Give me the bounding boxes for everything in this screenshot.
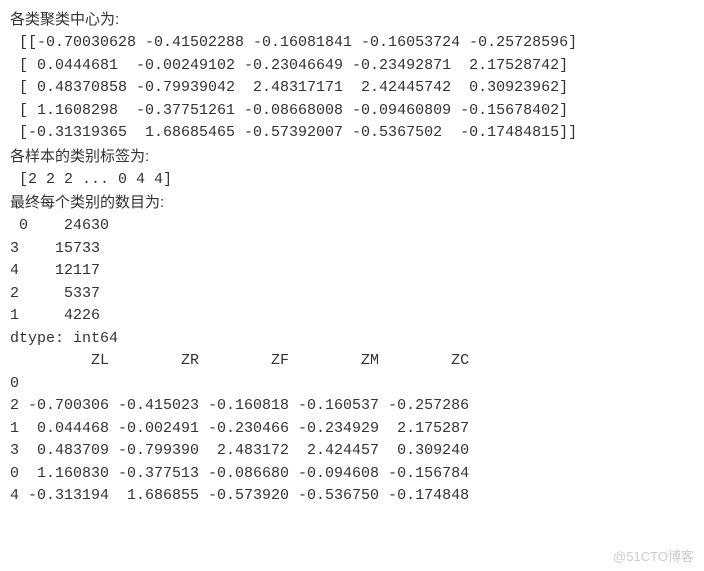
heading-labels: 各样本的类别标签为: <box>10 145 694 169</box>
sample-labels-array: [2 2 2 ... 0 4 4] <box>10 169 694 192</box>
heading-centers: 各类聚类中心为: <box>10 8 694 32</box>
heading-counts: 最终每个类别的数目为: <box>10 191 694 215</box>
class-counts-block: 0 24630 3 15733 4 12117 2 5337 1 4226 dt… <box>10 215 694 350</box>
watermark-text: @51CTO博客 <box>613 546 694 565</box>
centers-dataframe: ZL ZR ZF ZM ZC 0 2 -0.700306 -0.415023 -… <box>10 350 694 508</box>
cluster-centers-matrix: [[-0.70030628 -0.41502288 -0.16081841 -0… <box>10 32 694 145</box>
